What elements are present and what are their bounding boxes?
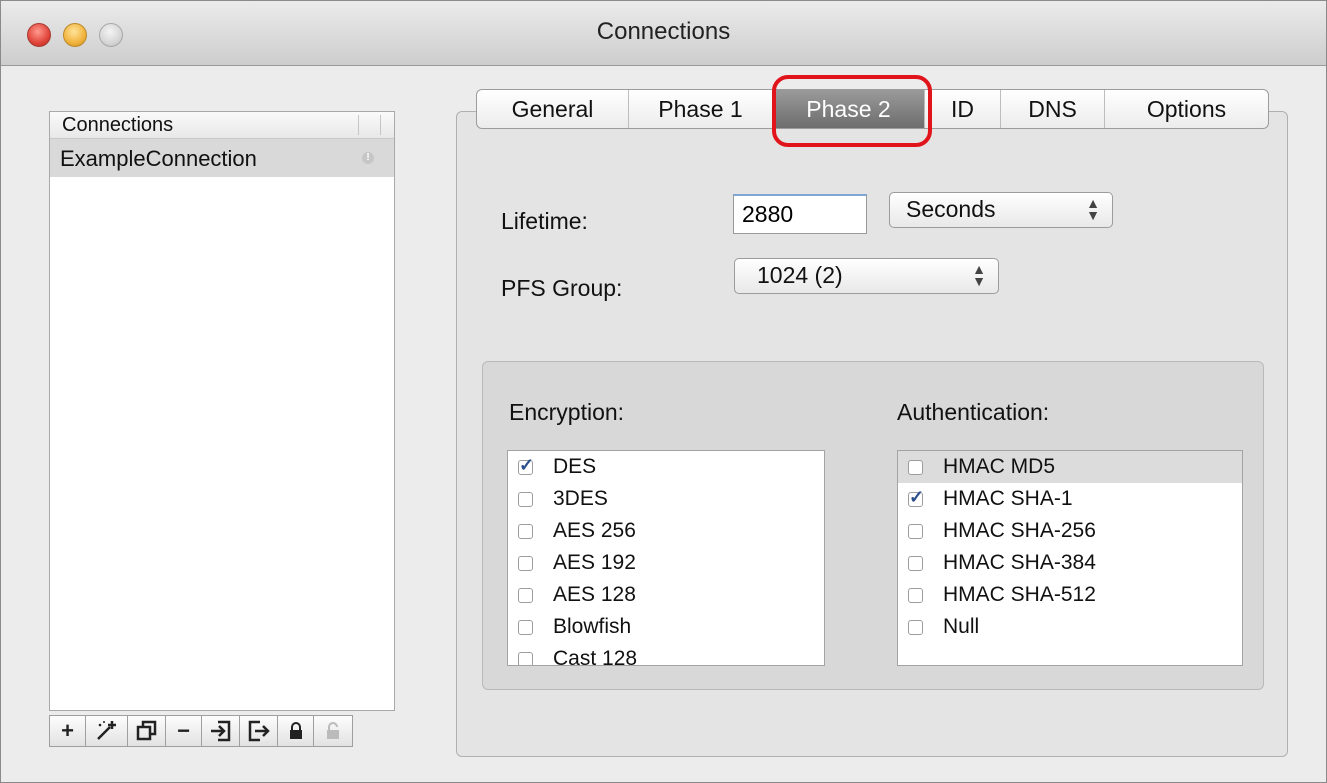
list-item[interactable]: HMAC SHA-512 [898,579,1242,611]
lifetime-unit-value: Seconds [906,196,996,222]
encryption-label: Encryption: [509,399,625,425]
updown-arrows-icon: ▲ ▼ [1086,195,1100,223]
plus-icon: + [61,718,74,743]
export-icon [248,720,270,742]
connections-list[interactable]: Connections ExampleConnection ! [49,111,395,711]
add-connection-button[interactable]: + [49,715,85,747]
list-item[interactable]: AES 192 [508,547,824,579]
list-item[interactable]: HMAC SHA-256 [898,515,1242,547]
list-item[interactable]: ExampleConnection ! [50,139,394,177]
list-item[interactable]: AES 128 [508,579,824,611]
pfs-group-label: PFS Group: [501,275,623,301]
tab-phase-1[interactable]: Phase 1 [629,90,773,128]
option-label: 3DES [553,487,608,510]
option-label: HMAC SHA-384 [943,551,1096,574]
tab-highlight-annotation [772,75,932,147]
list-item[interactable]: HMAC SHA-1 [898,483,1242,515]
option-label: Cast 128 [553,647,638,666]
lifetime-input[interactable] [733,194,867,234]
algorithms-group: Encryption: Authentication: DES 3DES AES 2… [482,361,1264,690]
authentication-list[interactable]: HMAC MD5 HMAC SHA-1 HMAC SHA-256 HMAC SHA-3… [897,450,1243,666]
unlock-icon [327,722,339,739]
list-item[interactable]: HMAC SHA-384 [898,547,1242,579]
warning-icon: ! [362,152,374,164]
tab-id[interactable]: ID [925,90,1001,128]
duplicate-icon [136,720,156,741]
list-toolbar: + − [49,715,395,747]
checkbox[interactable] [908,524,923,539]
authentication-label: Authentication: [897,399,1050,425]
export-button[interactable] [239,715,277,747]
title-bar: Connections [1,1,1326,66]
minus-icon: − [177,718,190,743]
pfs-group-select[interactable]: 1024 (2) ▲ ▼ [734,258,999,294]
checkbox[interactable] [518,620,533,635]
tab-options[interactable]: Options [1105,90,1268,128]
connections-window: Connections Connections ExampleConnectio… [0,0,1327,783]
wizard-button[interactable] [85,715,127,747]
lifetime-label: Lifetime: [501,208,588,234]
option-label: HMAC SHA-1 [943,487,1073,510]
checkbox[interactable] [518,588,533,603]
encryption-list[interactable]: DES 3DES AES 256 AES 192 AES 128 Blowfish Cast… [507,450,825,666]
checkbox[interactable] [908,620,923,635]
list-item[interactable]: Null [898,611,1242,643]
unlock-button[interactable] [313,715,353,747]
duplicate-button[interactable] [127,715,165,747]
checkbox[interactable] [518,524,533,539]
updown-arrows-icon: ▲ ▼ [972,261,986,289]
connections-column-header: Connections [62,114,174,136]
option-label: Null [943,615,980,638]
list-item[interactable]: Blowfish [508,611,824,643]
import-button[interactable] [201,715,239,747]
checkbox[interactable] [518,556,533,571]
column-divider [358,115,359,135]
option-label: AES 256 [553,519,636,542]
checkbox[interactable] [908,487,924,508]
checkbox[interactable] [518,652,533,665]
magic-wand-add-icon [96,721,116,740]
checkbox[interactable] [908,460,923,475]
checkbox[interactable] [908,588,923,603]
option-label: HMAC MD5 [943,455,1056,478]
remove-connection-button[interactable]: − [165,715,201,747]
tab-dns[interactable]: DNS [1001,90,1105,128]
pfs-group-value: 1024 (2) [757,262,843,288]
option-label: HMAC SHA-256 [943,519,1096,542]
list-item[interactable]: 3DES [508,483,824,515]
import-icon [210,720,230,742]
window-title: Connections [596,18,731,45]
checkbox[interactable] [518,492,533,507]
option-label: AES 192 [553,551,636,574]
option-label: DES [553,455,597,478]
list-item[interactable]: DES [508,451,824,483]
lock-icon [289,722,302,739]
checkbox[interactable] [518,455,534,476]
column-divider [380,115,381,135]
option-label: HMAC SHA-512 [943,583,1096,606]
lock-button[interactable] [277,715,313,747]
option-label: AES 128 [553,583,636,606]
checkbox[interactable] [908,556,923,571]
list-item[interactable]: AES 256 [508,515,824,547]
option-label: Blowfish [553,615,632,638]
list-item[interactable]: HMAC MD5 [898,451,1242,483]
connections-list-header[interactable]: Connections [50,112,394,139]
list-item[interactable]: Cast 128 [508,643,824,666]
tab-general[interactable]: General [477,90,629,128]
lifetime-unit-select[interactable]: Seconds ▲ ▼ [889,192,1113,228]
connection-name: ExampleConnection [60,146,257,171]
